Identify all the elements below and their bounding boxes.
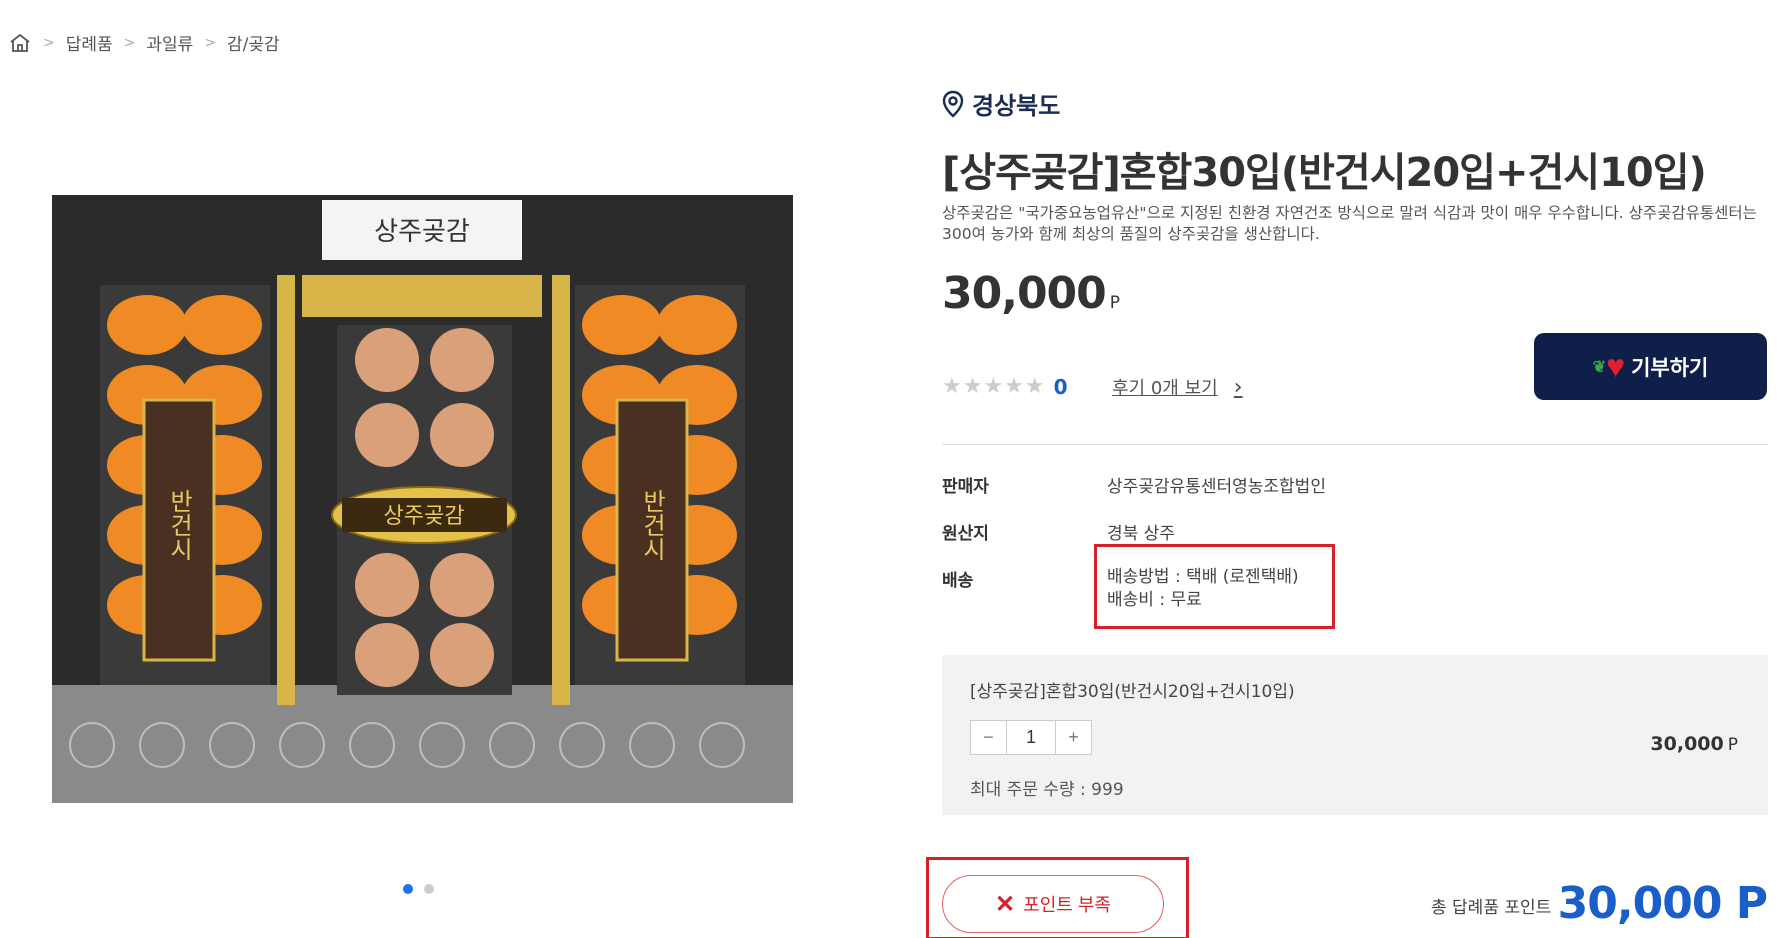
total-points-value: 30,000 P: [1557, 878, 1768, 929]
insufficient-points-button[interactable]: ✕ 포인트 부족: [942, 875, 1164, 933]
quantity-minus-button[interactable]: −: [971, 721, 1006, 754]
label-center: 상주곶감: [384, 504, 465, 529]
quantity-input[interactable]: [1006, 721, 1056, 754]
origin-label: 원산지: [942, 524, 989, 544]
info-row-origin: 원산지 경북 상주: [942, 519, 1326, 544]
breadcrumb-separator: >: [43, 34, 55, 51]
selected-option: [상주곶감]혼합30입(반건시20입+건시10입) − + 30,000P 최대…: [942, 655, 1768, 815]
close-icon: ✕: [995, 890, 1016, 918]
price-value: 30,000: [942, 268, 1107, 319]
star-rating-icon: ★★★★★: [942, 374, 1046, 399]
seller-value: 상주곶감유통센터영농조합법인: [1107, 477, 1326, 497]
breadcrumb-item-fruit[interactable]: 과일류: [146, 30, 193, 55]
quantity-plus-button[interactable]: +: [1056, 721, 1091, 754]
label-side-left: 반건시: [165, 489, 193, 561]
label-side-right: 반건시: [638, 489, 666, 561]
donate-label: 기부하기: [1631, 356, 1709, 380]
gallery-pagination: [403, 884, 434, 894]
breadcrumb-item-persimmon[interactable]: 감/곶감: [227, 30, 280, 55]
shipping-label: 배송: [942, 571, 974, 591]
chevron-right-icon: ›: [1233, 374, 1243, 400]
rating: ★★★★★ 0: [942, 374, 1068, 399]
region-name: 경상북도: [972, 92, 1061, 120]
leaf-icon: ❦: [1592, 358, 1607, 376]
heart-icon: ♥: [1606, 348, 1626, 384]
breadcrumb-item-gift[interactable]: 답례품: [66, 30, 113, 55]
breadcrumb: > 답례품 > 과일류 > 감/곶감: [8, 30, 280, 55]
location-pin-icon: [942, 90, 964, 118]
option-name: [상주곶감]혼합30입(반건시20입+건시10입): [970, 682, 1295, 702]
insufficient-points-label: 포인트 부족: [1023, 895, 1111, 915]
divider: [942, 444, 1768, 445]
shipping-highlight-box: [1094, 544, 1335, 629]
max-quantity: 최대 주문 수량 : 999: [970, 780, 1124, 800]
option-price: 30,000 P: [1650, 733, 1738, 755]
total-points-label: 총 답례품 포인트: [1431, 898, 1552, 918]
product-title: [상주곶감]혼합30입(반건시20입+건시10입): [942, 150, 1707, 196]
product-image[interactable]: 상주곶감 반건시 반건시 상주곶감: [52, 195, 793, 803]
origin-value: 경북 상주: [1107, 524, 1175, 544]
quantity-stepper: − +: [970, 720, 1092, 755]
gallery-dot-2[interactable]: [424, 884, 434, 894]
home-icon[interactable]: [8, 31, 32, 55]
breadcrumb-separator: >: [123, 34, 136, 51]
rating-count: 0: [1053, 374, 1068, 399]
info-row-seller: 판매자 상주곶감유통센터영농조합법인: [942, 472, 1326, 497]
seller-label: 판매자: [942, 477, 989, 497]
review-link-label: 후기 0개 보기: [1112, 378, 1218, 399]
option-price-value: 30,000: [1650, 733, 1724, 755]
product-price: 30,000 P: [942, 268, 1120, 319]
review-link[interactable]: 후기 0개 보기 ›: [1112, 374, 1243, 400]
region-label: 경상북도: [942, 86, 1060, 121]
donate-button[interactable]: ❦ ♥ 기부하기: [1534, 333, 1767, 400]
label-top: 상주곶감: [374, 217, 470, 247]
product-description: 상주곶감은 "국가중요농업유산"으로 지정된 친환경 자연건조 방식으로 말려 …: [942, 204, 1757, 243]
gallery-dot-1[interactable]: [403, 884, 413, 894]
option-price-unit: P: [1727, 735, 1738, 755]
price-unit: P: [1109, 293, 1120, 313]
breadcrumb-separator: >: [204, 34, 217, 51]
